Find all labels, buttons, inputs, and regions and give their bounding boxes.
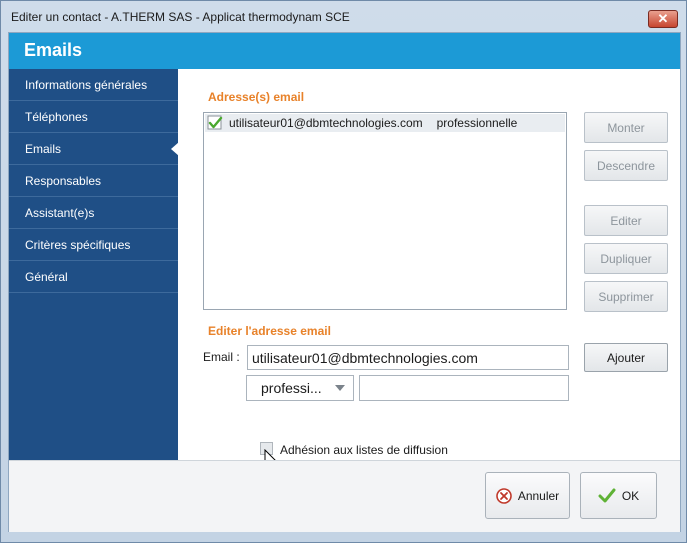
email-field-label: Email : <box>203 350 240 364</box>
dialog-footer: Annuler OK <box>9 460 680 532</box>
sidebar: Informations générales Téléphones Emails… <box>9 69 179 460</box>
window-title: Editer un contact - A.THERM SAS - Applic… <box>11 10 350 24</box>
duplicate-button[interactable]: Dupliquer <box>584 243 668 274</box>
delete-label: Supprimer <box>598 289 654 304</box>
sidebar-item-assistants[interactable]: Assistant(e)s <box>9 197 178 229</box>
email-type-value: professi... <box>261 380 322 396</box>
list-item[interactable]: utilisateur01@dbmtechnologies.com profes… <box>205 114 565 132</box>
page-title: Emails <box>24 40 83 60</box>
sidebar-item-informations-generales[interactable]: Informations générales <box>9 69 178 101</box>
sidebar-item-label: Responsables <box>25 174 102 188</box>
sidebar-item-label: Général <box>25 270 68 284</box>
cancel-label: Annuler <box>517 488 560 503</box>
chevron-down-icon <box>335 385 345 391</box>
email-list[interactable]: utilisateur01@dbmtechnologies.com profes… <box>203 112 567 310</box>
sidebar-item-label: Informations générales <box>25 78 148 92</box>
list-item-type: professionnelle <box>436 116 518 130</box>
sidebar-item-label: Téléphones <box>25 110 88 124</box>
move-up-label: Monter <box>607 120 645 135</box>
delete-button[interactable]: Supprimer <box>584 281 668 312</box>
list-item-email: utilisateur01@dbmtechnologies.com <box>229 116 423 130</box>
duplicate-label: Dupliquer <box>600 251 652 266</box>
title-bar[interactable]: Editer un contact - A.THERM SAS - Applic… <box>1 1 686 33</box>
move-down-button[interactable]: Descendre <box>584 150 668 181</box>
sidebar-item-label: Assistant(e)s <box>25 206 95 220</box>
add-button[interactable]: Ajouter <box>584 343 668 372</box>
edit-button[interactable]: Editer <box>584 205 668 236</box>
checkmark-icon <box>598 488 616 502</box>
checkmark-icon <box>207 115 223 130</box>
dialog-client: Emails Informations générales Téléphones… <box>8 32 681 532</box>
edit-label: Editer <box>610 213 642 228</box>
sidebar-item-general[interactable]: Général <box>9 261 178 293</box>
email-type-select[interactable]: professi... <box>246 375 354 401</box>
cancel-icon <box>496 487 512 504</box>
email-extra-field[interactable] <box>359 375 569 401</box>
ok-button[interactable]: OK <box>580 472 657 519</box>
move-up-button[interactable]: Monter <box>584 112 668 143</box>
page-header: Emails <box>9 33 680 69</box>
add-label: Ajouter <box>606 350 646 365</box>
move-down-label: Descendre <box>596 158 656 173</box>
ok-label: OK <box>621 488 640 503</box>
cancel-button[interactable]: Annuler <box>485 472 570 519</box>
sidebar-item-emails[interactable]: Emails <box>9 133 179 165</box>
email-list-heading: Adresse(s) email <box>208 90 305 104</box>
sidebar-item-label: Critères spécifiques <box>25 238 131 252</box>
email-field[interactable]: utilisateur01@dbmtechnologies.com <box>247 345 569 370</box>
edit-email-heading: Editer l'adresse email <box>208 324 331 338</box>
sidebar-item-telephones[interactable]: Téléphones <box>9 101 178 133</box>
dialog-window: Editer un contact - A.THERM SAS - Applic… <box>0 0 687 543</box>
close-button[interactable]: ✕ <box>648 10 678 28</box>
sidebar-item-responsables[interactable]: Responsables <box>9 165 178 197</box>
sidebar-item-label: Emails <box>25 142 62 156</box>
close-icon: ✕ <box>657 11 669 26</box>
diffusion-label: Adhésion aux listes de diffusion <box>280 443 448 457</box>
main-panel: Adresse(s) email utilisateur01@dbmtechno… <box>178 69 680 470</box>
sidebar-item-criteres-specifiques[interactable]: Critères spécifiques <box>9 229 178 261</box>
